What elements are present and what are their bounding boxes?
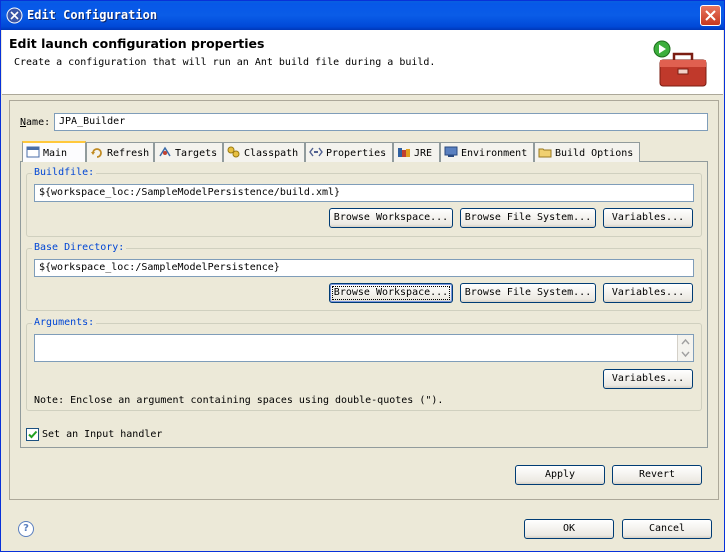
- tab-main[interactable]: Main: [22, 141, 86, 162]
- buildfile-group-title: Buildfile:: [32, 167, 97, 178]
- apply-button[interactable]: Apply: [515, 465, 605, 485]
- tab-classpath[interactable]: Classpath: [223, 142, 305, 162]
- tab-refresh-label: Refresh: [107, 148, 150, 159]
- buildfile-input[interactable]: ${workspace_loc:/SampleModelPersistence/…: [34, 184, 694, 202]
- checkmark-icon: [28, 430, 38, 439]
- base-directory-variables-button[interactable]: Variables...: [603, 283, 693, 303]
- tab-classpath-label: Classpath: [244, 148, 299, 159]
- arguments-group-title: Arguments:: [32, 317, 97, 328]
- title-bar[interactable]: Edit Configuration: [1, 1, 724, 30]
- scroll-down-icon: [681, 351, 690, 358]
- cancel-button[interactable]: Cancel: [622, 519, 712, 539]
- tab-targets-label: Targets: [175, 148, 218, 159]
- tab-jre[interactable]: JRE: [393, 142, 440, 162]
- edit-configuration-dialog: Edit Configuration Edit launch configura…: [0, 0, 725, 552]
- arguments-note: Note: Enclose an argument containing spa…: [34, 395, 444, 406]
- properties-icon: [309, 147, 323, 157]
- buildfile-browse-file-system-button[interactable]: Browse File System...: [460, 208, 596, 228]
- tab-environment[interactable]: Environment: [440, 142, 534, 162]
- eclipse-logo-icon: [6, 7, 23, 24]
- tab-environment-label: Environment: [461, 148, 528, 159]
- tab-properties[interactable]: Properties: [305, 142, 393, 162]
- ok-button[interactable]: OK: [524, 519, 614, 539]
- refresh-icon: [91, 148, 102, 158]
- base-directory-browse-file-system-button[interactable]: Browse File System...: [460, 283, 596, 303]
- close-button[interactable]: [700, 5, 721, 26]
- input-handler-label: Set an Input handler: [42, 429, 163, 440]
- tab-properties-label: Properties: [326, 148, 387, 159]
- header-banner: Edit launch configuration properties Cre…: [2, 30, 723, 95]
- targets-icon: [159, 146, 171, 157]
- tab-jre-label: JRE: [414, 148, 433, 159]
- ant-toolbox-icon: [653, 40, 707, 87]
- banner-message: Create a configuration that will run an …: [14, 57, 436, 68]
- build-options-icon: [538, 148, 552, 158]
- tab-main-label: Main: [43, 148, 68, 159]
- close-icon: [705, 10, 716, 21]
- tab-build-options[interactable]: Build Options: [534, 142, 640, 162]
- base-directory-input[interactable]: ${workspace_loc:/SampleModelPersistence}: [34, 259, 694, 277]
- environment-icon: [444, 146, 458, 157]
- scroll-up-icon: [681, 338, 690, 345]
- main-tab-icon: [26, 146, 40, 158]
- tab-targets[interactable]: Targets: [154, 142, 223, 162]
- arguments-variables-button[interactable]: Variables...: [603, 369, 693, 389]
- input-handler-checkbox[interactable]: [26, 428, 39, 441]
- jre-icon: [398, 148, 410, 157]
- name-field[interactable]: JPA_Builder: [54, 113, 708, 131]
- buildfile-browse-workspace-button[interactable]: Browse Workspace...: [329, 208, 453, 228]
- buildfile-variables-button[interactable]: Variables...: [603, 208, 693, 228]
- banner-title: Edit launch configuration properties: [9, 36, 265, 51]
- base-directory-browse-workspace-button[interactable]: Browse Workspace...: [329, 283, 453, 303]
- tab-refresh[interactable]: Refresh: [86, 142, 154, 162]
- base-directory-group-title: Base Directory:: [32, 242, 127, 253]
- arguments-scrollbar[interactable]: [677, 335, 693, 361]
- revert-button[interactable]: Revert: [612, 465, 702, 485]
- name-label: Name:: [20, 117, 51, 128]
- help-icon[interactable]: ?: [18, 521, 34, 537]
- window-title: Edit Configuration: [27, 8, 158, 22]
- tab-build-options-label: Build Options: [555, 148, 634, 159]
- classpath-icon: [227, 146, 240, 158]
- arguments-textarea[interactable]: [34, 334, 694, 362]
